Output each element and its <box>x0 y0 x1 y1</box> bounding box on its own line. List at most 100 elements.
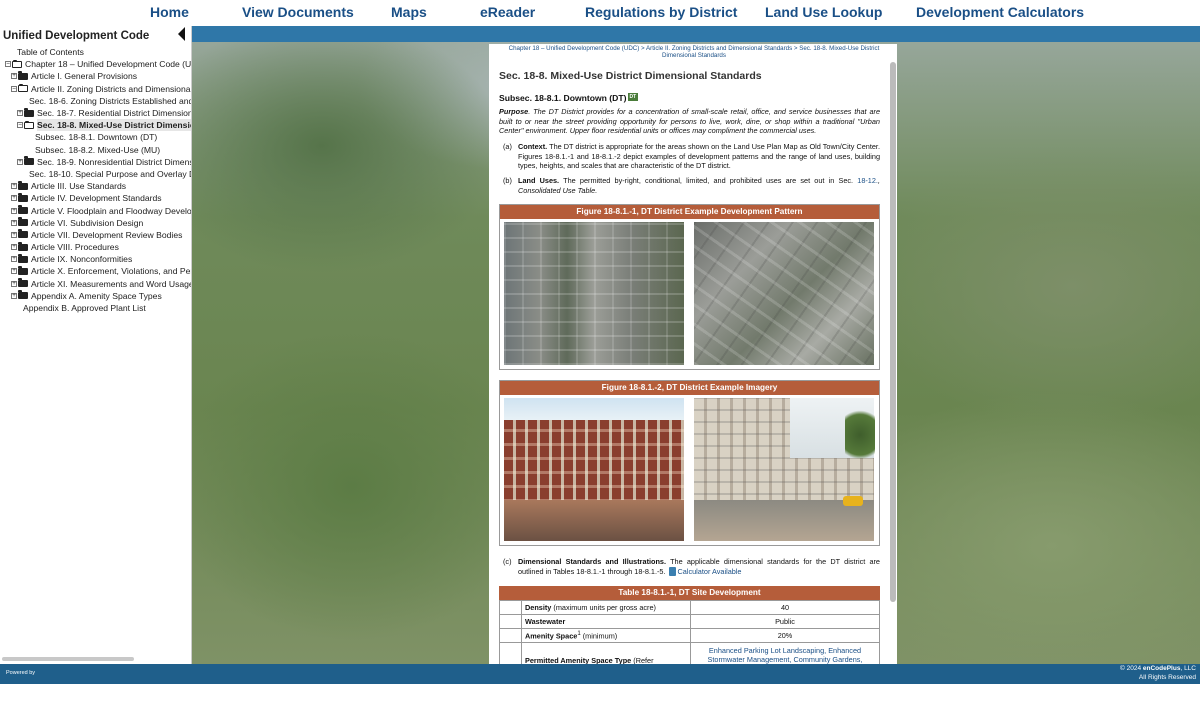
toc-item[interactable]: + Article I. General Provisions <box>0 70 191 82</box>
nav-view-documents[interactable]: View Documents <box>242 4 354 20</box>
item-text: Land Uses. The permitted by-right, condi… <box>503 176 880 195</box>
folder-icon <box>18 265 28 275</box>
toc-item-active[interactable]: −Sec. 18-8. Mixed-Use District Dimension… <box>0 119 191 132</box>
toc-item[interactable]: Subsec. 18-8.1. Downtown (DT) <box>0 131 191 143</box>
nav-development-calculators[interactable]: Development Calculators <box>916 4 1084 20</box>
toc-item[interactable]: Sec. 18-10. Special Purpose and Overlay … <box>0 168 191 180</box>
collapse-sidebar-icon[interactable] <box>177 27 187 41</box>
row-label: Density <box>525 603 552 612</box>
toc-item[interactable]: − Chapter 18 – Unified Development Code (… <box>0 58 191 70</box>
toc-item[interactable]: Sec. 18-6. Zoning Districts Established … <box>0 95 191 107</box>
table-cell: Density (maximum units per gross acre) <box>521 600 691 615</box>
toc-item[interactable]: + Appendix A. Amenity Space Types <box>0 290 191 302</box>
toc-item[interactable]: − Article II. Zoning Districts and Dimens… <box>0 83 191 95</box>
item-text: Dimensional Standards and Illustrations.… <box>503 557 880 577</box>
encodeplus-logo[interactable]: Powered by ENCODE PLUS <box>6 665 62 712</box>
nav-land-use-lookup[interactable]: Land Use Lookup <box>765 4 882 20</box>
collapse-toggle-icon[interactable]: − <box>17 122 23 129</box>
collapse-toggle-icon[interactable]: − <box>11 85 17 92</box>
breadcrumb[interactable]: Chapter 18 – Unified Development Code (U… <box>498 45 890 60</box>
toc-sidebar: Unified Development Code Table of Conten… <box>0 26 192 664</box>
nav-ereader[interactable]: eReader <box>480 4 535 20</box>
calculator-icon[interactable] <box>668 567 676 577</box>
toc-item[interactable]: + Article III. Use Standards <box>0 180 191 192</box>
toc-item[interactable]: Table of Contents <box>0 46 191 58</box>
purpose-label: Purpose <box>499 107 529 116</box>
table-row: Wastewater Public <box>499 614 880 629</box>
use-table-link[interactable]: 18-12. <box>857 176 878 185</box>
folder-icon <box>18 241 28 251</box>
toc-item[interactable]: + Article VII. Development Review Bodies <box>0 229 191 241</box>
table-row: Density (maximum units per gross acre) 4… <box>499 600 880 615</box>
item-body: The permitted by-right, conditional, lim… <box>559 176 858 185</box>
table-cell <box>499 614 522 629</box>
powered-by-text: Powered by <box>6 670 36 676</box>
toc-item[interactable]: Subsec. 18-8.2. Mixed-Use (MU) <box>0 144 191 156</box>
photo-street <box>694 500 874 541</box>
subsection-title-text: Subsec. 18-8.1. Downtown (DT) <box>499 93 627 103</box>
folder-icon <box>18 217 28 227</box>
item-text: Context. The DT district is appropriate … <box>503 142 880 171</box>
toc-item[interactable]: + Article XI. Measurements and Word Usage <box>0 278 191 290</box>
logo-mark-icon <box>8 701 18 712</box>
amenity-types-link[interactable]: Enhanced Parking Lot Landscaping, Enhanc… <box>708 646 863 664</box>
toc-item[interactable]: + Sec. 18-7. Residential District Dimensi… <box>0 107 191 119</box>
expand-toggle-icon[interactable]: + <box>11 244 17 251</box>
expand-toggle-icon[interactable]: + <box>11 280 17 287</box>
row-label: Amenity Space <box>525 631 578 641</box>
row-note: (minimum) <box>580 631 618 641</box>
toc-item[interactable]: + Article IX. Nonconformities <box>0 253 191 265</box>
item-body: The DT district is appropriate for the a… <box>518 142 880 171</box>
item-label: Dimensional Standards and Illustrations. <box>518 557 667 566</box>
purpose-text: . The DT District provides for a concent… <box>499 107 880 136</box>
item-marker: (a) <box>503 142 512 151</box>
item-label: Context. <box>518 142 548 151</box>
table-cell <box>499 642 522 667</box>
item-label: Land Uses. <box>518 176 560 185</box>
expand-toggle-icon[interactable]: + <box>11 219 17 226</box>
calculator-link[interactable]: Calculator Available <box>678 567 742 576</box>
toc-item[interactable]: + Article X. Enforcement, Violations, and… <box>0 265 191 277</box>
expand-toggle-icon[interactable]: + <box>11 207 17 214</box>
table-cell: Wastewater <box>521 614 691 629</box>
toc-item[interactable]: + Article VIII. Procedures <box>0 241 191 253</box>
logo-text: ENCODE PLUS <box>6 687 50 693</box>
item-b: (b) Land Uses. The permitted by-right, c… <box>503 176 880 195</box>
table-row: Permitted Amenity Space Type (Refer Enha… <box>499 642 880 667</box>
sidebar-horizontal-scrollbar[interactable] <box>2 657 134 661</box>
toc-item[interactable]: Appendix B. Approved Plant List <box>0 302 191 314</box>
expand-toggle-icon[interactable]: + <box>11 231 17 238</box>
toc-item[interactable]: + Sec. 18-9. Nonresidential District Dime… <box>0 156 191 168</box>
open-folder-icon <box>24 120 34 129</box>
expand-toggle-icon[interactable]: + <box>17 110 23 117</box>
copyright-brand: enCodePlus <box>1142 665 1181 672</box>
row-note: (maximum units per gross acre) <box>551 603 656 612</box>
table-title: Table 18-8.1.-1, DT Site Development <box>499 586 880 600</box>
item-c: (c) Dimensional Standards and Illustrati… <box>503 557 880 577</box>
item-marker: (b) <box>503 176 512 185</box>
nav-maps[interactable]: Maps <box>391 4 427 20</box>
expand-toggle-icon[interactable]: + <box>11 73 17 80</box>
expand-toggle-icon[interactable]: + <box>11 292 17 299</box>
expand-toggle-icon[interactable]: + <box>11 268 17 275</box>
expand-toggle-icon[interactable]: + <box>11 183 17 190</box>
nav-home[interactable]: Home <box>150 4 189 20</box>
collapse-toggle-icon[interactable]: − <box>5 61 11 68</box>
table-cell <box>499 628 522 643</box>
row-label: Wastewater <box>525 617 566 626</box>
toc-item[interactable]: + Article V. Floodplain and Floodway Deve… <box>0 204 191 216</box>
photo-tree <box>845 410 875 465</box>
toc-item[interactable]: + Article VI. Subdivision Design <box>0 217 191 229</box>
photo-sky <box>504 398 684 420</box>
toc-item[interactable]: + Article IV. Development Standards <box>0 192 191 204</box>
expand-toggle-icon[interactable]: + <box>11 256 17 263</box>
expand-toggle-icon[interactable]: + <box>17 158 23 165</box>
district-badge[interactable]: DT <box>627 93 639 101</box>
folder-icon <box>18 205 28 215</box>
table-cell: 40 <box>690 600 880 615</box>
folder-icon <box>18 229 28 239</box>
figure-title: Figure 18-8.1.-1, DT District Example De… <box>500 205 879 219</box>
nav-regulations-by-district[interactable]: Regulations by District <box>585 4 737 20</box>
document-scrollbar[interactable] <box>890 62 896 602</box>
expand-toggle-icon[interactable]: + <box>11 195 17 202</box>
